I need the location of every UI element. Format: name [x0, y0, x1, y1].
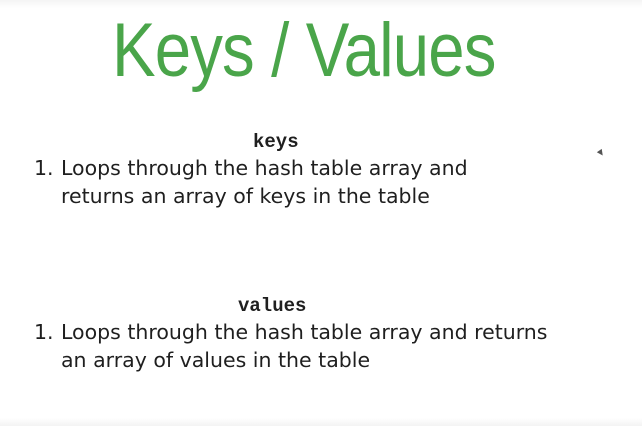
list-item-text: Loops through the hash table array and r… — [61, 154, 468, 210]
keys-heading: keys — [253, 131, 299, 153]
slide-title: Keys / Values — [112, 8, 496, 93]
slide: Keys / Values keys 1. Loops through the … — [0, 0, 642, 426]
values-list-item: 1. Loops through the hash table array an… — [34, 318, 634, 378]
list-item-line: an array of values in the table — [61, 348, 371, 372]
list-item-line: returns an array of keys in the table — [61, 184, 430, 208]
list-number: 1. — [34, 320, 54, 344]
values-heading: values — [238, 295, 307, 317]
list-item-text: Loops through the hash table array and r… — [61, 318, 547, 374]
list-item-line: Loops through the hash table array and — [61, 156, 468, 180]
keys-list-item: 1. Loops through the hash table array an… — [34, 154, 614, 214]
list-number: 1. — [34, 156, 54, 180]
list-item-line: Loops through the hash table array and r… — [61, 320, 548, 344]
